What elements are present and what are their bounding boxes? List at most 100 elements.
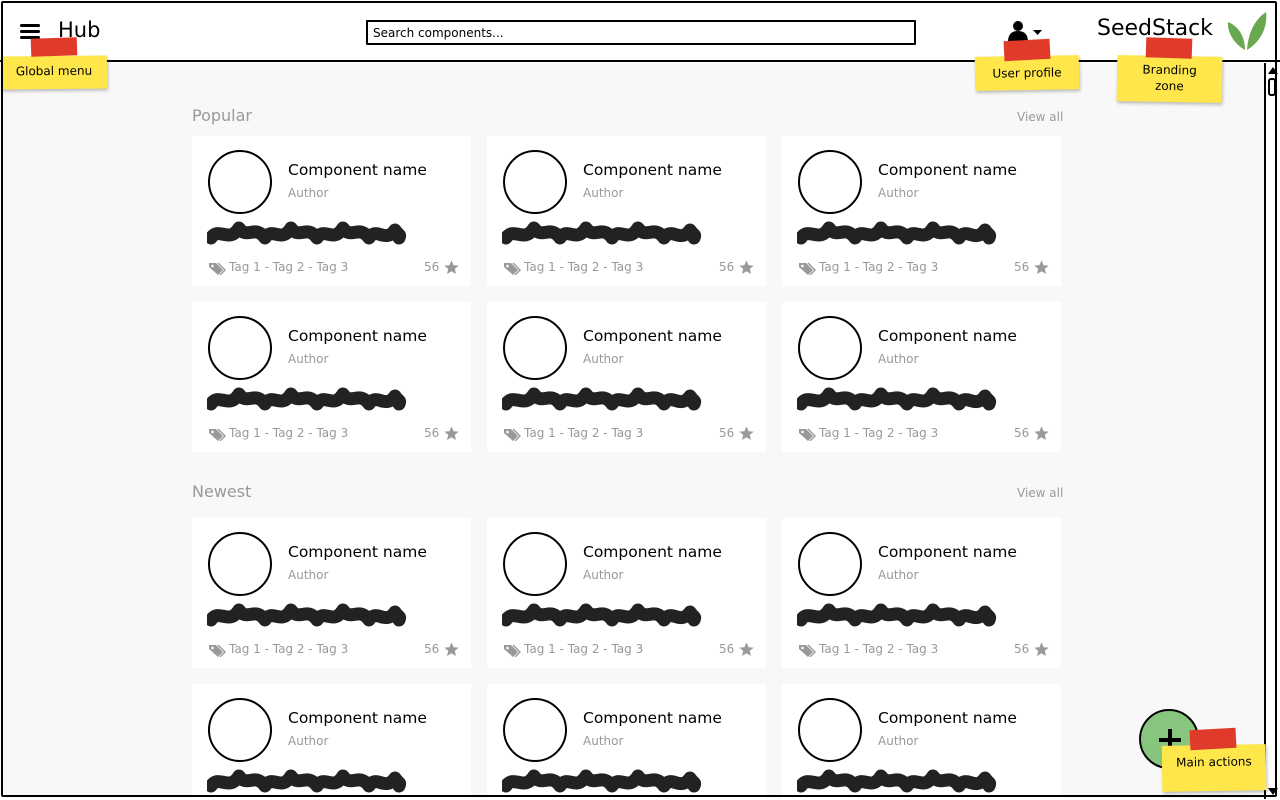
component-name: Component name [288,543,427,561]
star-icon[interactable] [444,642,459,657]
component-author: Author [288,352,329,366]
component-tags: Tag 1 - Tag 2 - Tag 3 [819,260,939,274]
scroll-up-arrow-icon[interactable] [1268,67,1278,74]
component-avatar [208,316,272,380]
scroll-down-arrow-icon[interactable] [1268,788,1278,795]
component-tags: Tag 1 - Tag 2 - Tag 3 [819,426,939,440]
view-all-popular-link[interactable]: View all [1017,110,1063,124]
component-avatar [798,316,862,380]
view-all-newest-link[interactable]: View all [1017,486,1063,500]
component-avatar [208,150,272,214]
description-scribble [207,603,407,627]
component-card[interactable]: Component name Author Tag 1 - Tag 2 - Tag … [192,136,471,286]
component-avatar [798,698,862,762]
component-avatar [503,532,567,596]
component-card[interactable]: Component name Author Tag 1 - Tag 2 - Tag … [782,136,1061,286]
star-icon[interactable] [739,260,754,275]
component-card[interactable]: Component name Author Tag 1 - Tag 2 - Tag … [487,136,766,286]
component-card[interactable]: Component name Author [782,684,1061,798]
description-scribble [797,387,997,411]
star-count: 56 [1014,426,1030,440]
description-scribble [207,221,407,245]
annotation-global-menu: Global menu [0,55,108,90]
component-tags: Tag 1 - Tag 2 - Tag 3 [229,426,349,440]
section-title-newest: Newest [192,482,252,501]
component-name: Component name [583,161,722,179]
description-scribble [502,221,702,245]
star-icon[interactable] [1034,426,1049,441]
component-avatar [798,532,862,596]
component-tags: Tag 1 - Tag 2 - Tag 3 [819,642,939,656]
component-avatar [503,316,567,380]
component-author: Author [583,734,624,748]
tag-icon [209,644,226,657]
tape-user-profile [1003,38,1051,62]
tape-main-actions [1189,727,1237,751]
tag-icon [799,644,816,657]
component-author: Author [878,186,919,200]
annotation-main-actions-text: Main actions [1175,754,1252,770]
description-scribble [502,387,702,411]
description-scribble [797,769,997,793]
description-scribble [502,769,702,793]
component-author: Author [878,352,919,366]
component-card[interactable]: Component name Author Tag 1 - Tag 2 - Tag … [782,302,1061,452]
component-card[interactable]: Component name Author [487,684,766,798]
component-author: Author [583,186,624,200]
component-author: Author [288,186,329,200]
description-scribble [797,221,997,245]
plus-icon-bar [1159,738,1181,742]
component-card[interactable]: Component name Author Tag 1 - Tag 2 - Tag … [192,518,471,668]
component-card[interactable]: Component name Author Tag 1 - Tag 2 - Tag … [782,518,1061,668]
annotation-user-profile: User profile [974,55,1080,91]
component-author: Author [878,568,919,582]
component-author: Author [878,734,919,748]
annotation-user-profile-text: User profile [992,65,1062,81]
component-card[interactable]: Component name Author [192,684,471,798]
component-name: Component name [878,327,1017,345]
component-tags: Tag 1 - Tag 2 - Tag 3 [524,642,644,656]
component-card[interactable]: Component name Author Tag 1 - Tag 2 - Tag … [487,518,766,668]
section-title-popular: Popular [192,106,252,125]
component-name: Component name [288,709,427,727]
component-author: Author [583,352,624,366]
star-count: 56 [719,426,735,440]
component-avatar [208,532,272,596]
component-tags: Tag 1 - Tag 2 - Tag 3 [524,426,644,440]
component-name: Component name [878,543,1017,561]
component-tags: Tag 1 - Tag 2 - Tag 3 [524,260,644,274]
description-scribble [207,387,407,411]
star-icon[interactable] [1034,260,1049,275]
annotation-branding-line2: zone [1154,78,1184,94]
star-icon[interactable] [444,260,459,275]
content-area[interactable]: Popular View all Newest View all Compone… [2,63,1264,798]
component-name: Component name [583,709,722,727]
component-name: Component name [583,327,722,345]
star-icon[interactable] [739,642,754,657]
scroll-thumb[interactable] [1268,78,1276,96]
component-avatar [798,150,862,214]
annotation-main-actions: Main actions [1161,744,1267,792]
component-card[interactable]: Component name Author Tag 1 - Tag 2 - Tag … [192,302,471,452]
star-icon[interactable] [444,426,459,441]
star-icon[interactable] [739,426,754,441]
search-input[interactable] [366,20,916,45]
star-count: 56 [719,642,735,656]
star-count: 56 [1014,642,1030,656]
annotation-branding-line1: Branding [1142,62,1197,78]
component-avatar [503,150,567,214]
top-header: Hub SeedStack [0,0,1280,62]
tape-global-menu [30,37,78,57]
star-count: 56 [719,260,735,274]
star-count: 56 [424,426,440,440]
component-name: Component name [288,161,427,179]
star-icon[interactable] [1034,642,1049,657]
description-scribble [502,603,702,627]
component-avatar [503,698,567,762]
tag-icon [504,644,521,657]
component-name: Component name [878,709,1017,727]
vertical-scrollbar[interactable] [1264,63,1278,799]
star-count: 56 [424,642,440,656]
component-card[interactable]: Component name Author Tag 1 - Tag 2 - Tag … [487,302,766,452]
component-name: Component name [288,327,427,345]
